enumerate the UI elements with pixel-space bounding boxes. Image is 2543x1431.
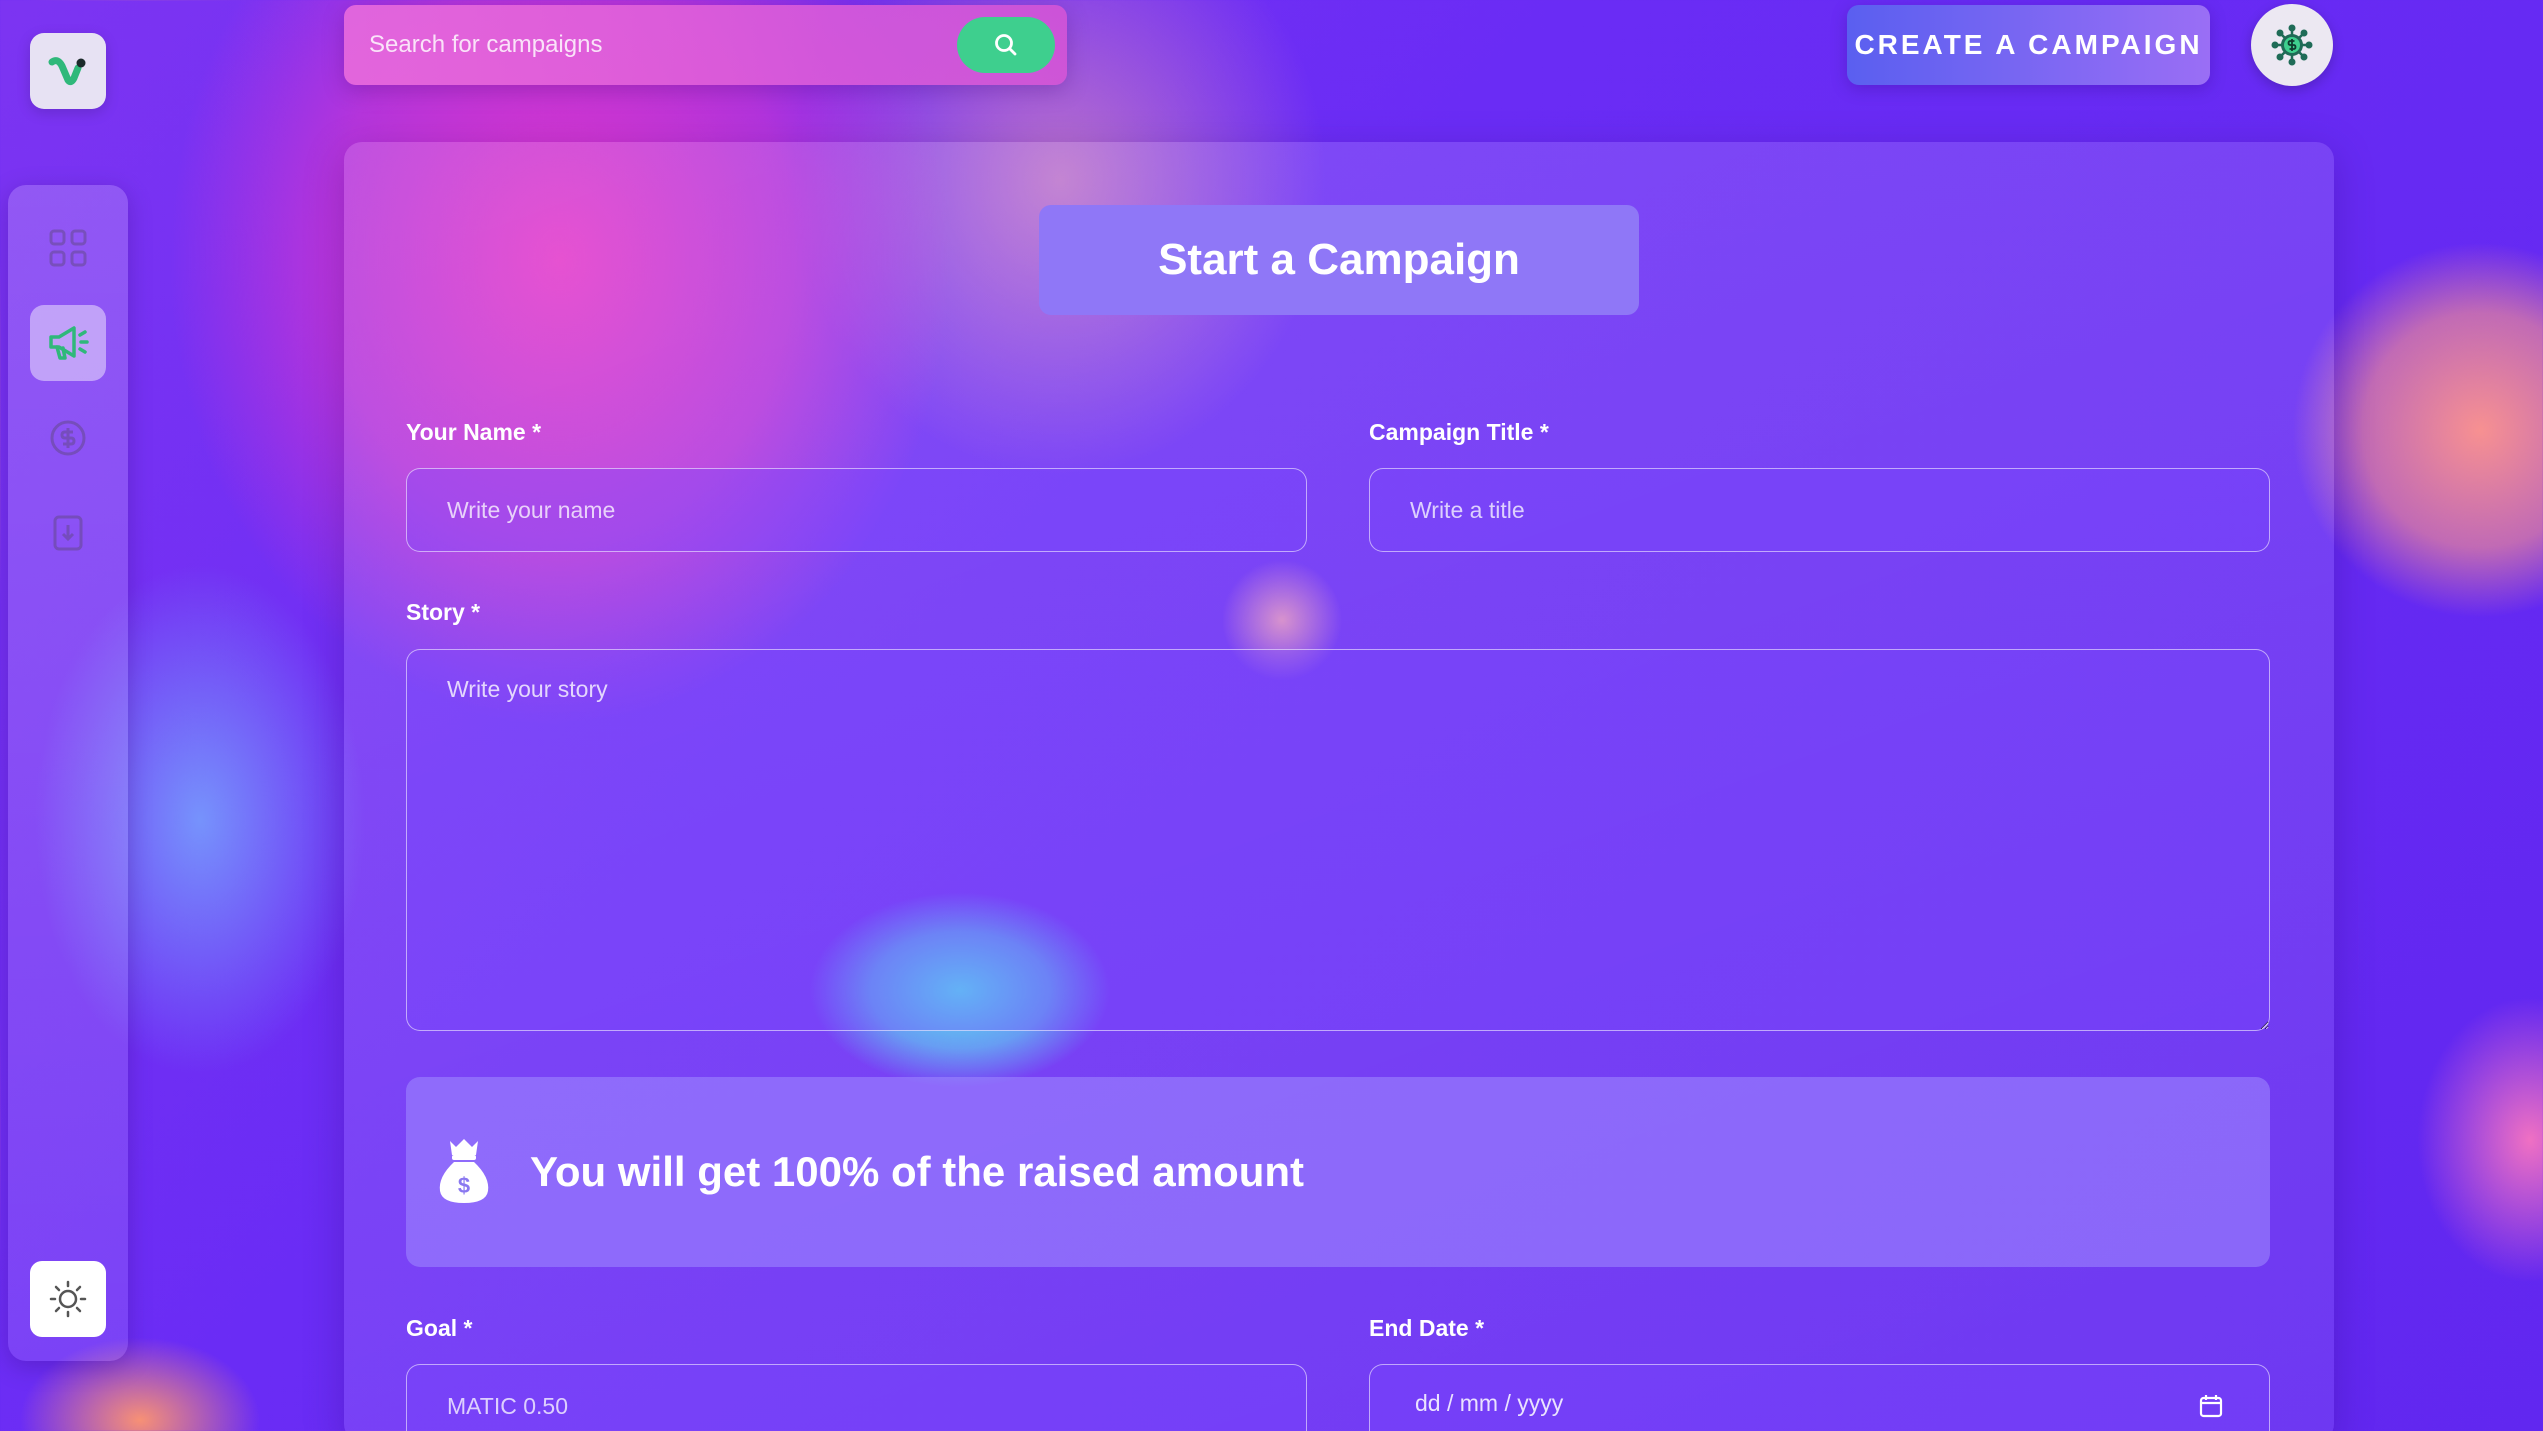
svg-text:$: $: [458, 1173, 470, 1198]
dashboard-icon: [49, 229, 87, 267]
create-campaign-button[interactable]: CREATE A CAMPAIGN: [1847, 5, 2210, 85]
story-textarea[interactable]: [406, 649, 2270, 1031]
goal-label: Goal *: [406, 1315, 473, 1341]
coin-icon: [50, 420, 86, 456]
form-title: Start a Campaign: [1039, 205, 1639, 315]
search-icon: [995, 34, 1017, 56]
campaign-title-input[interactable]: [1369, 468, 2270, 552]
sidebar: [8, 185, 128, 1361]
info-banner: $ You will get 100% of the raised amount: [406, 1077, 2270, 1267]
story-label: Story *: [406, 599, 481, 625]
calendar-icon[interactable]: [2198, 1393, 2224, 1419]
money-bag-icon: $: [439, 1139, 489, 1203]
megaphone-icon: [49, 326, 89, 360]
v-logo-icon: [48, 57, 86, 86]
profile-avatar[interactable]: [2251, 4, 2333, 86]
end-date-label: End Date *: [1369, 1315, 1485, 1341]
sidebar-item-campaigns[interactable]: [30, 305, 106, 381]
campaign-title-label: Campaign Title *: [1369, 419, 1549, 445]
search-button[interactable]: [957, 17, 1055, 73]
sun-icon: [49, 1280, 87, 1318]
profile-icon: [2271, 24, 2313, 66]
theme-toggle-button[interactable]: [30, 1261, 106, 1337]
your-name-label: Your Name *: [406, 419, 542, 445]
goal-input[interactable]: [406, 1364, 1307, 1431]
your-name-input[interactable]: [406, 468, 1307, 552]
sidebar-item-withdraw[interactable]: [30, 495, 106, 571]
app-logo[interactable]: [30, 33, 106, 109]
search-bar: [344, 5, 1067, 85]
withdraw-icon: [53, 515, 83, 551]
end-date-placeholder: dd / mm / yyyy: [1415, 1390, 1564, 1416]
sidebar-item-dashboard[interactable]: [30, 210, 106, 286]
end-date-input[interactable]: dd / mm / yyyy: [1369, 1364, 2270, 1431]
sidebar-item-payments[interactable]: [30, 400, 106, 476]
campaign-form-card: Start a Campaign Your Name * Campaign Ti…: [344, 142, 2334, 1431]
search-input[interactable]: [344, 5, 957, 85]
info-banner-text: You will get 100% of the raised amount: [530, 1148, 1305, 1195]
